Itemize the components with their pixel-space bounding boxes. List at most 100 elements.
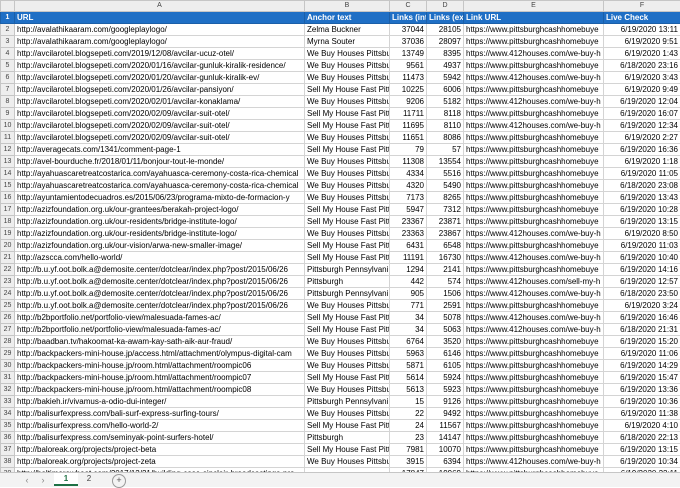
url-cell[interactable]: http://ayuntamientodecuadros.es/2015/06/… <box>15 192 305 204</box>
links-int-cell[interactable]: 37044 <box>390 24 427 36</box>
header-cell-anchor-text[interactable]: Anchor text <box>305 12 390 24</box>
links-int-cell[interactable]: 37036 <box>390 36 427 48</box>
live-check-cell[interactable]: 6/19/2020 10:34 <box>604 456 680 468</box>
live-check-cell[interactable]: 6/19/2020 13:11 <box>604 24 680 36</box>
links-int-cell[interactable]: 15 <box>390 396 427 408</box>
live-check-cell[interactable]: 6/18/2020 23:16 <box>604 60 680 72</box>
links-ext-cell[interactable]: 23867 <box>427 228 464 240</box>
row-number[interactable]: 10 <box>1 120 15 132</box>
url-cell[interactable]: http://avcilarotel.blogsepeti.com/2020/0… <box>15 108 305 120</box>
row-number[interactable]: 23 <box>1 276 15 288</box>
anchor-text-cell[interactable]: Pittsburgh Pennsylvani <box>305 264 390 276</box>
link-url-cell[interactable]: https://www.pittsburghcashhomebuye <box>464 84 604 96</box>
links-int-cell[interactable]: 1294 <box>390 264 427 276</box>
live-check-cell[interactable]: 6/19/2020 14:16 <box>604 264 680 276</box>
url-cell[interactable]: http://avalathikaaram.com/googleplaylogo… <box>15 36 305 48</box>
links-int-cell[interactable]: 771 <box>390 300 427 312</box>
links-ext-cell[interactable]: 5490 <box>427 180 464 192</box>
live-check-cell[interactable]: 6/19/2020 9:49 <box>604 84 680 96</box>
row-number[interactable]: 11 <box>1 132 15 144</box>
url-cell[interactable]: http://avcilarotel.blogsepeti.com/2020/0… <box>15 120 305 132</box>
live-check-cell[interactable]: 6/18/2020 22:13 <box>604 432 680 444</box>
links-int-cell[interactable]: 6431 <box>390 240 427 252</box>
live-check-cell[interactable]: 6/19/2020 8:50 <box>604 228 680 240</box>
live-check-cell[interactable]: 6/19/2020 16:36 <box>604 144 680 156</box>
url-cell[interactable]: http://avcilarotel.blogsepeti.com/2020/0… <box>15 72 305 84</box>
link-url-cell[interactable]: https://www.pittsburghcashhomebuye <box>464 156 604 168</box>
column-header-a[interactable]: A <box>15 1 305 12</box>
links-ext-cell[interactable]: 3520 <box>427 336 464 348</box>
row-number[interactable]: 36 <box>1 432 15 444</box>
url-cell[interactable]: http://avcilarotel.blogsepeti.com/2019/1… <box>15 48 305 60</box>
link-url-cell[interactable]: https://www.pittsburghcashhomebuye <box>464 408 604 420</box>
anchor-text-cell[interactable]: We Buy Houses Pittsbu <box>305 72 390 84</box>
live-check-cell[interactable]: 6/19/2020 11:38 <box>604 408 680 420</box>
row-number[interactable]: 13 <box>1 156 15 168</box>
links-int-cell[interactable]: 3915 <box>390 456 427 468</box>
row-number[interactable]: 8 <box>1 96 15 108</box>
links-int-cell[interactable]: 11695 <box>390 120 427 132</box>
links-int-cell[interactable]: 11711 <box>390 108 427 120</box>
live-check-cell[interactable]: 6/19/2020 16:46 <box>604 312 680 324</box>
anchor-text-cell[interactable]: We Buy Houses Pittsbu <box>305 96 390 108</box>
row-number[interactable]: 38 <box>1 456 15 468</box>
live-check-cell[interactable]: 6/19/2020 11:03 <box>604 240 680 252</box>
anchor-text-cell[interactable]: We Buy Houses Pittsbu <box>305 408 390 420</box>
url-cell[interactable]: http://b2bportfolio.net/portfolio-view/m… <box>15 312 305 324</box>
url-cell[interactable]: http://b.u.yf.oot.bolk.a@demosite.center… <box>15 276 305 288</box>
spreadsheet-grid[interactable]: A B C D E F 1 URL Anchor text Links (int… <box>0 0 680 472</box>
links-ext-cell[interactable]: 2591 <box>427 300 464 312</box>
anchor-text-cell[interactable]: We Buy Houses Pittsbu <box>305 348 390 360</box>
anchor-text-cell[interactable]: We Buy Houses Pittsbu <box>305 60 390 72</box>
row-number[interactable]: 30 <box>1 360 15 372</box>
url-cell[interactable]: http://avcilarotel.blogsepeti.com/2020/0… <box>15 132 305 144</box>
row-number[interactable]: 29 <box>1 348 15 360</box>
row-number[interactable]: 37 <box>1 444 15 456</box>
url-cell[interactable]: http://averagecats.com/1341/comment-page… <box>15 144 305 156</box>
url-cell[interactable]: http://b.u.yf.oot.bolk.a@demosite.center… <box>15 264 305 276</box>
links-ext-cell[interactable]: 8265 <box>427 192 464 204</box>
links-ext-cell[interactable]: 9492 <box>427 408 464 420</box>
links-ext-cell[interactable]: 5516 <box>427 168 464 180</box>
links-int-cell[interactable]: 5947 <box>390 204 427 216</box>
links-int-cell[interactable]: 4334 <box>390 168 427 180</box>
anchor-text-cell[interactable]: We Buy Houses Pittsbu <box>305 228 390 240</box>
row-number[interactable]: 35 <box>1 420 15 432</box>
anchor-text-cell[interactable]: We Buy Houses Pittsbu <box>305 384 390 396</box>
links-ext-cell[interactable]: 7312 <box>427 204 464 216</box>
sheet-tab-2[interactable]: 2 <box>80 473 98 486</box>
url-cell[interactable]: http://avalathikaaram.com/googleplaylogo… <box>15 24 305 36</box>
row-number[interactable]: 16 <box>1 192 15 204</box>
row-number[interactable]: 33 <box>1 396 15 408</box>
url-cell[interactable]: http://ayahuascaretreatcostarica.com/aya… <box>15 168 305 180</box>
links-int-cell[interactable]: 6764 <box>390 336 427 348</box>
url-cell[interactable]: http://avcilarotel.blogsepeti.com/2020/0… <box>15 96 305 108</box>
anchor-text-cell[interactable]: We Buy Houses Pittsbu <box>305 300 390 312</box>
header-cell-live-check[interactable]: Live Check <box>604 12 680 24</box>
anchor-text-cell[interactable]: Sell My House Fast Pitt <box>305 372 390 384</box>
plus-icon[interactable]: + <box>112 474 126 488</box>
links-ext-cell[interactable]: 9126 <box>427 396 464 408</box>
links-ext-cell[interactable]: 4937 <box>427 60 464 72</box>
url-cell[interactable]: http://avcilarotel.blogsepeti.com/2020/0… <box>15 84 305 96</box>
links-int-cell[interactable]: 34 <box>390 324 427 336</box>
links-int-cell[interactable]: 11651 <box>390 132 427 144</box>
url-cell[interactable]: http://azizfoundation.org.uk/our-residen… <box>15 228 305 240</box>
row-number[interactable]: 27 <box>1 324 15 336</box>
live-check-cell[interactable]: 6/19/2020 9:51 <box>604 36 680 48</box>
links-int-cell[interactable]: 23363 <box>390 228 427 240</box>
chevron-right-icon[interactable]: › <box>36 474 50 486</box>
link-url-cell[interactable]: https://www.pittsburghcashhomebuye <box>464 432 604 444</box>
links-ext-cell[interactable]: 8395 <box>427 48 464 60</box>
links-int-cell[interactable]: 23367 <box>390 216 427 228</box>
links-ext-cell[interactable]: 8086 <box>427 132 464 144</box>
anchor-text-cell[interactable]: Zelma Buckner <box>305 24 390 36</box>
url-cell[interactable]: http://balisurfexpress.com/seminyak-poin… <box>15 432 305 444</box>
links-int-cell[interactable]: 24 <box>390 420 427 432</box>
anchor-text-cell[interactable]: We Buy Houses Pittsbu <box>305 168 390 180</box>
live-check-cell[interactable]: 6/19/2020 11:05 <box>604 168 680 180</box>
links-ext-cell[interactable]: 6105 <box>427 360 464 372</box>
row-number[interactable]: 32 <box>1 384 15 396</box>
links-int-cell[interactable]: 4320 <box>390 180 427 192</box>
url-cell[interactable]: http://backpackers-mini-house.jp/access.… <box>15 348 305 360</box>
